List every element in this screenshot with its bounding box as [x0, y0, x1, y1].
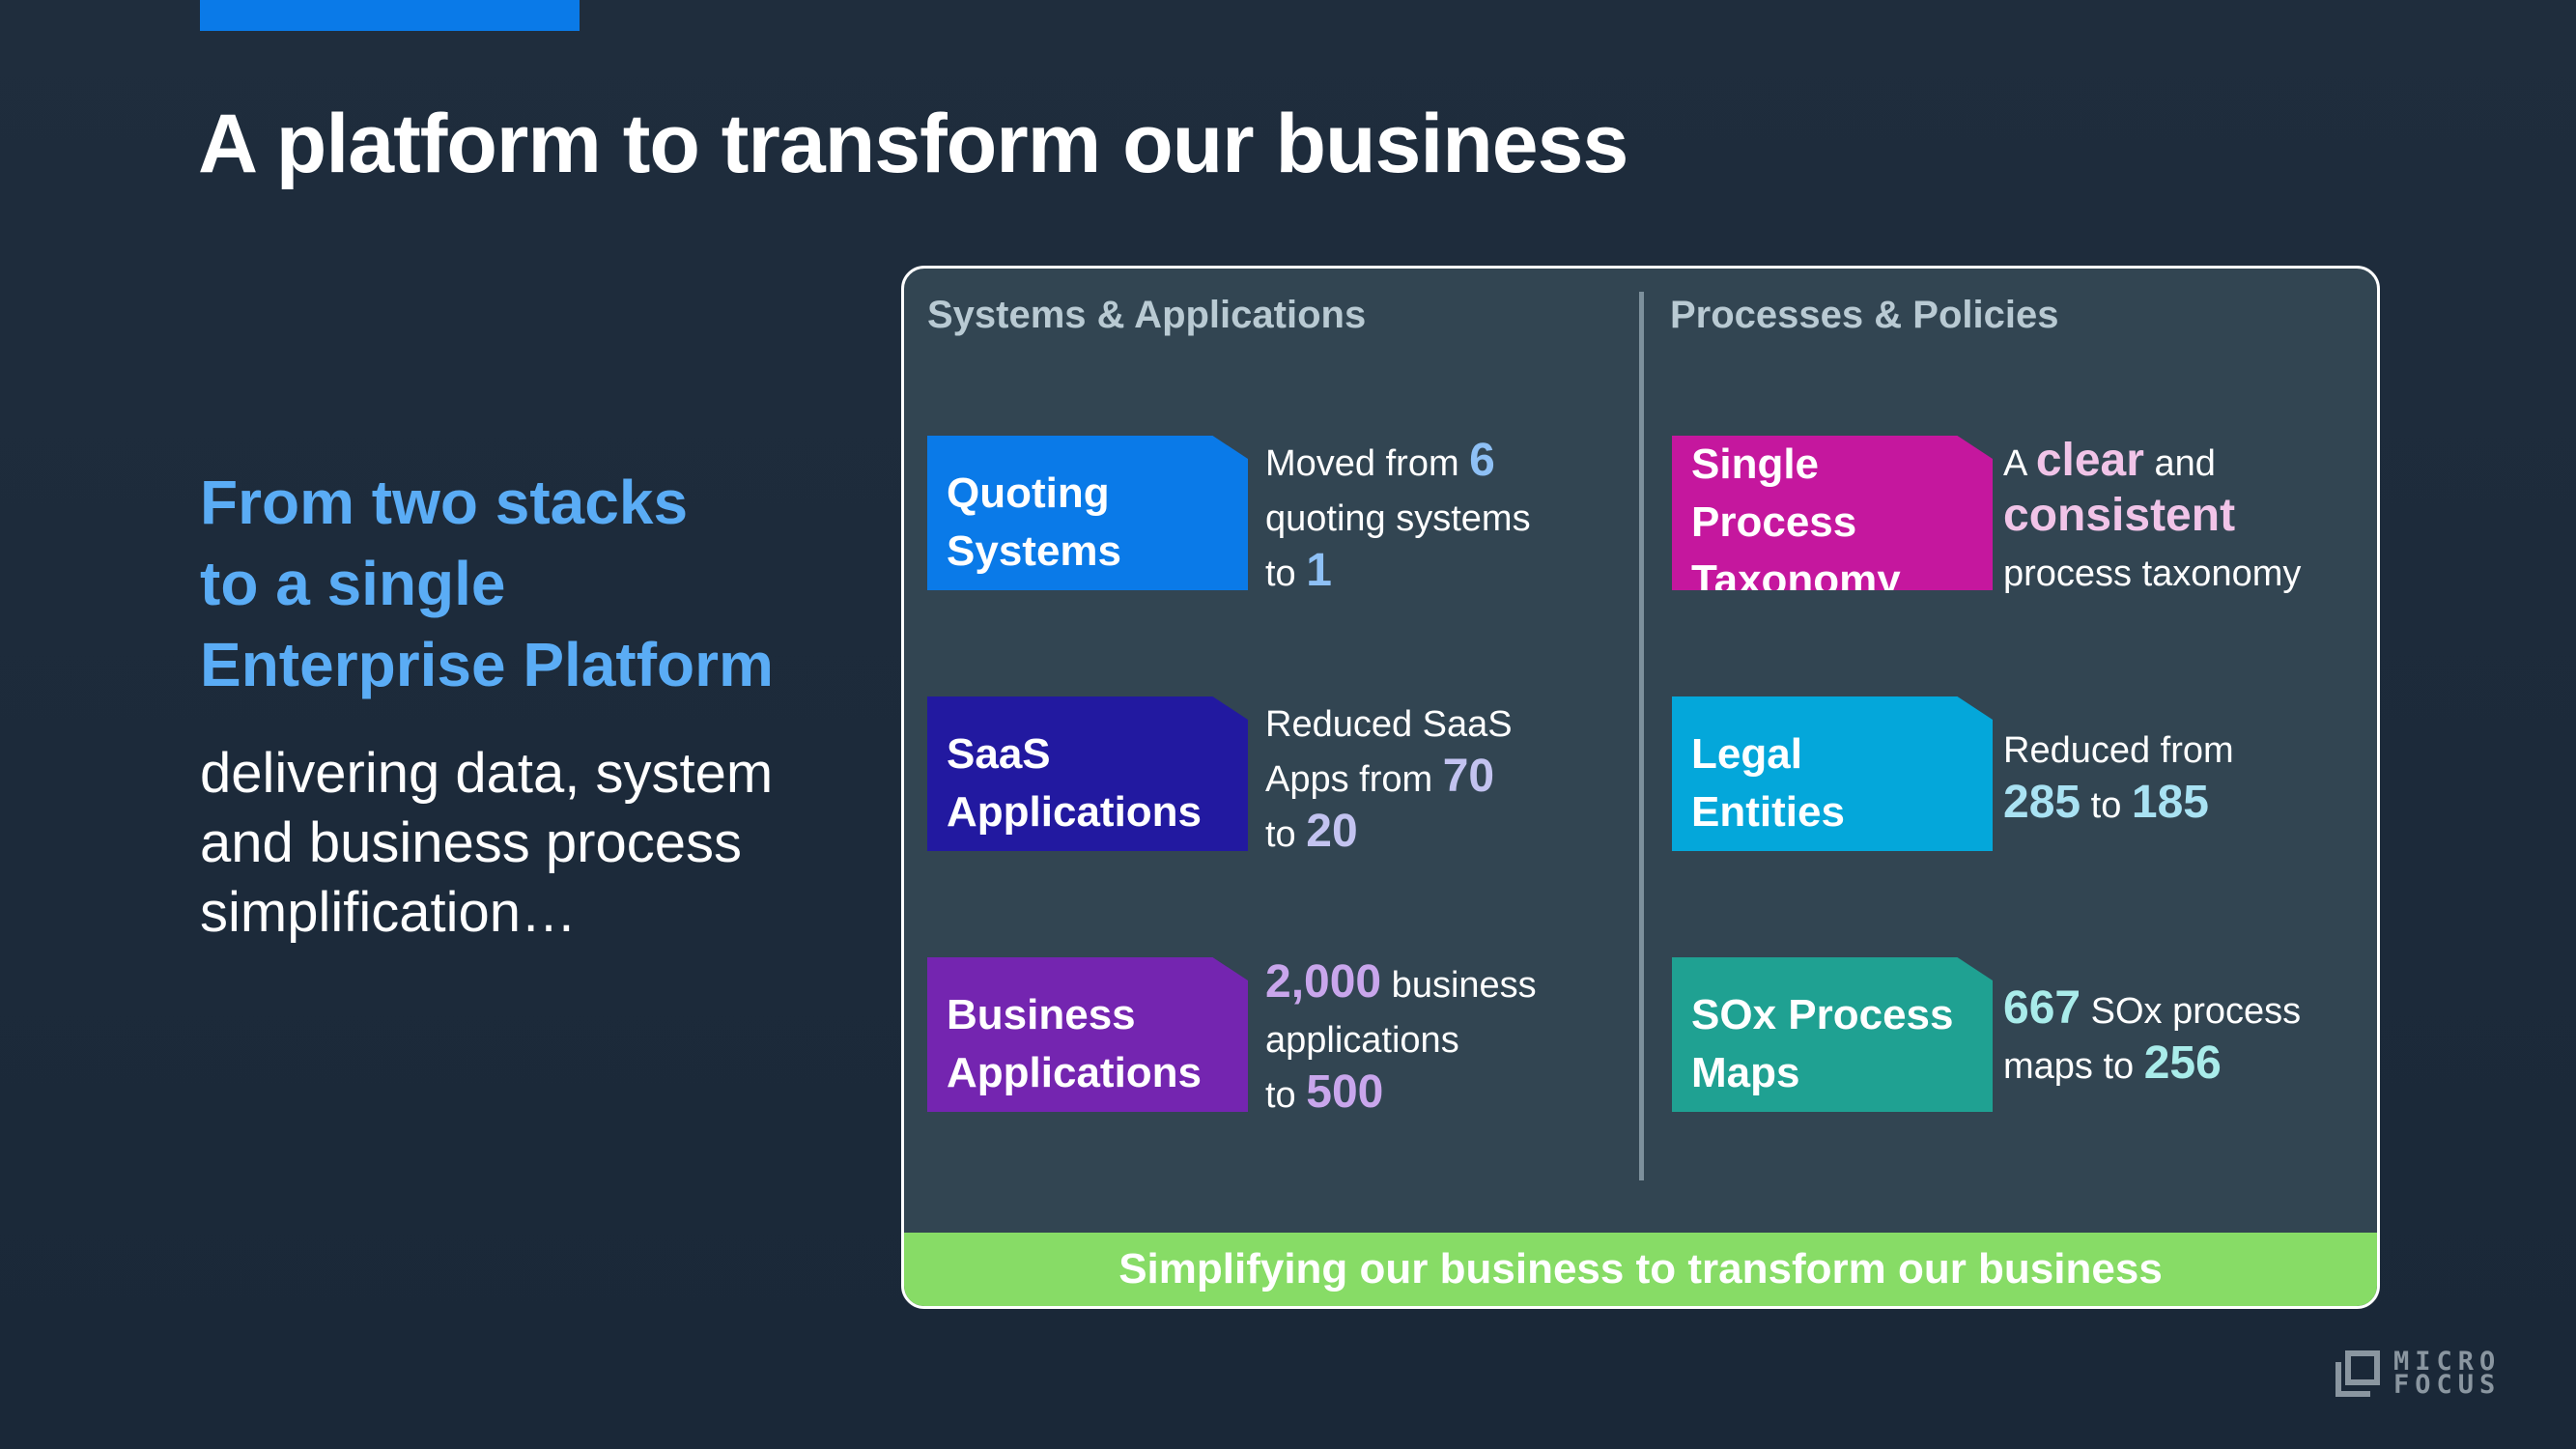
tile-description: A clear and consistent process taxonomy [2003, 435, 2301, 600]
highlight-value: 20 [1306, 806, 1358, 857]
category-tile: Business Applications [927, 957, 1248, 1112]
headline: From two stacks to a single Enterprise P… [200, 462, 876, 705]
category-tile: SaaS Applications [927, 696, 1248, 851]
headline-line: to a single [200, 549, 506, 618]
tile-label-line: SaaS [947, 730, 1051, 778]
subtext-line: simplification… [200, 881, 577, 944]
tile-label-line: Systems [947, 527, 1122, 575]
headline-line: From two stacks [200, 468, 689, 537]
footer-banner: Simplifying our business to transform ou… [904, 1233, 2377, 1306]
platform-panel: Systems & Applications Processes & Polic… [901, 266, 2380, 1309]
description-text: business [1381, 965, 1537, 1006]
tile-label-line: Applications [947, 788, 1203, 836]
description-text: SOx process [2081, 991, 2302, 1032]
highlight-value: 1 [1306, 545, 1332, 596]
highlight-value: consistent [2003, 490, 2236, 541]
tile-label-line: Maps [1691, 1049, 1800, 1096]
tile-label-line: Taxonomy [1691, 556, 1901, 604]
description-text: to [1265, 814, 1307, 855]
tile-label: Single Process Taxonomy [1691, 436, 1993, 604]
description-text: applications [1265, 1020, 1459, 1061]
tile-label: SOx Process Maps [1691, 986, 1954, 1102]
systems-header: Systems & Applications [927, 294, 1367, 336]
tile-label-line: Applications [947, 1049, 1203, 1096]
tile-description: Reduced SaaS Apps from 70 to 20 [1265, 696, 1513, 861]
description-text: Reduced from [2003, 730, 2234, 771]
tile-label-line: Quoting [947, 469, 1110, 517]
tile-description: Reduced from 285 to 185 [2003, 722, 2234, 832]
tile-label-line: SOx Process [1691, 991, 1954, 1038]
highlight-value: 2,000 [1265, 956, 1382, 1008]
accent-bar [200, 0, 580, 31]
description-text: to [2081, 785, 2132, 826]
highlight-value: 667 [2003, 982, 2081, 1034]
subtext-line: delivering data, system [200, 742, 774, 805]
tile-label-line: Legal [1691, 730, 1802, 778]
logo-line: FOCUS [2393, 1370, 2502, 1400]
description-text: to [1265, 1075, 1307, 1116]
micro-focus-logo: MICRO FOCUS [2335, 1349, 2502, 1400]
logo-mark-icon [2335, 1350, 2380, 1397]
description-text: process taxonomy [2003, 554, 2302, 594]
highlight-value: 6 [1469, 435, 1495, 486]
tile-description: 2,000 business applications to 500 [1265, 956, 1537, 1122]
highlight-value: 285 [2003, 777, 2081, 828]
description-text: Moved from [1265, 443, 1470, 484]
processes-header: Processes & Policies [1670, 294, 2059, 336]
description-text: to [1265, 554, 1307, 594]
tile-label: Quoting Systems [947, 465, 1121, 581]
category-tile: Single Process Taxonomy [1672, 436, 1993, 590]
highlight-value: 70 [1442, 751, 1495, 802]
description-text: Reduced SaaS [1265, 704, 1513, 745]
description-text: Apps from [1265, 759, 1443, 800]
description-text: quoting systems [1265, 498, 1531, 539]
description-text: maps to [2003, 1046, 2144, 1087]
tile-description: 667 SOx process maps to 256 [2003, 982, 2301, 1093]
tile-label: SaaS Applications [947, 725, 1202, 841]
column-divider [1639, 292, 1644, 1180]
highlight-value: 256 [2143, 1037, 2222, 1089]
tile-label: Business Applications [947, 986, 1202, 1102]
tile-label-line: Business [947, 991, 1136, 1038]
category-tile: Legal Entities [1672, 696, 1993, 851]
highlight-value: clear [2035, 435, 2144, 486]
highlight-value: 500 [1306, 1066, 1384, 1118]
tile-label: Legal Entities [1691, 725, 1845, 841]
tile-description: Moved from 6 quoting systems to 1 [1265, 435, 1531, 600]
subtext-line: and business process [200, 811, 742, 874]
subtext: delivering data, system and business pro… [200, 739, 876, 948]
tile-label-line: Single Process [1691, 440, 1857, 546]
tile-label-line: Entities [1691, 788, 1845, 836]
category-tile: Quoting Systems [927, 436, 1248, 590]
headline-line: Enterprise Platform [200, 630, 774, 699]
page-title: A platform to transform our business [198, 98, 1628, 190]
description-text: A [2003, 443, 2036, 484]
category-tile: SOx Process Maps [1672, 957, 1993, 1112]
description-text: and [2143, 443, 2216, 484]
highlight-value: 185 [2131, 777, 2209, 828]
